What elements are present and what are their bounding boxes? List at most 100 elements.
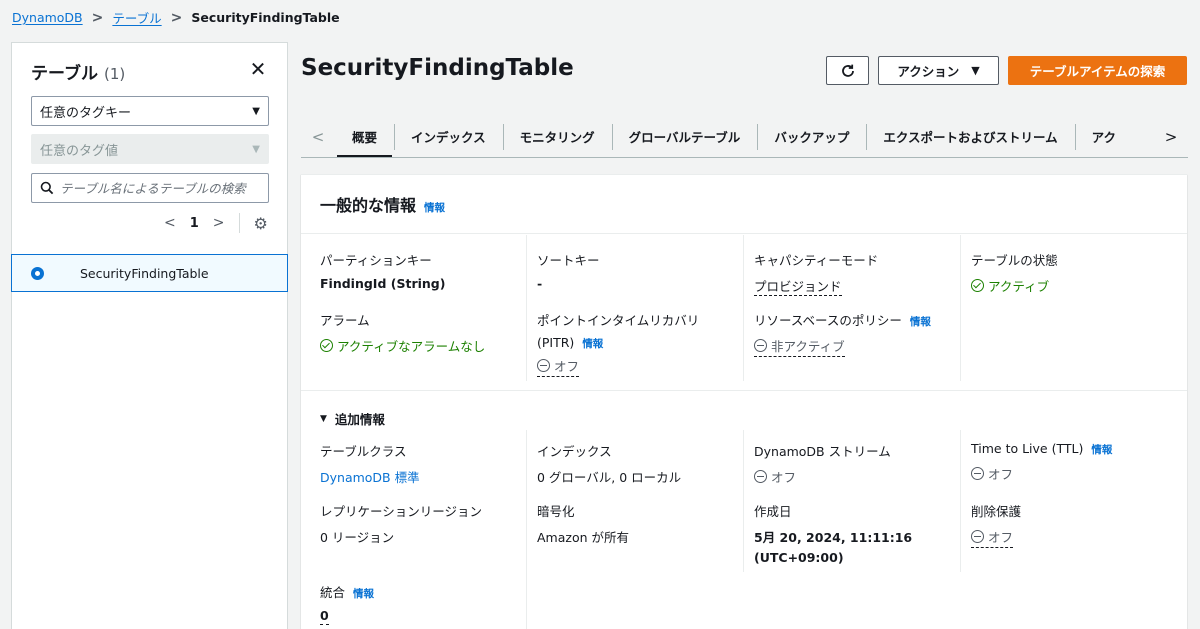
tab-monitoring[interactable]: モニタリング — [502, 116, 612, 157]
integration-label: 統合 情報 — [320, 582, 537, 601]
caret-down-icon: ▼ — [252, 143, 260, 155]
tag-key-select-value: 任意のタグキー — [40, 105, 132, 121]
explore-items-button-label: テーブルアイテムの探索 — [1029, 64, 1166, 79]
resource-policy-value[interactable]: 非アクティブ — [754, 336, 971, 357]
breadcrumb-tables[interactable]: テーブル — [112, 8, 161, 27]
tag-key-select[interactable]: 任意のタグキー ▼ — [31, 96, 269, 126]
explore-items-button[interactable]: テーブルアイテムの探索 — [1008, 56, 1187, 85]
resource-policy-label-text: リソースベースのポリシー — [754, 313, 902, 328]
section-divider — [301, 390, 1187, 391]
table-list-item[interactable]: SecurityFindingTable — [11, 254, 288, 292]
tab-indexes[interactable]: インデックス — [394, 116, 503, 157]
table-class-field: テーブルクラス DynamoDB 標準 — [320, 441, 537, 486]
table-class-label: テーブルクラス — [320, 444, 407, 459]
integration-value[interactable]: 0 — [320, 608, 537, 625]
tables-panel: テーブル (1) ✕ 任意のタグキー ▼ 任意のタグ値 ▼ < 1 > ⚙ Se… — [11, 42, 288, 629]
encryption-value: Amazon が所有 — [537, 530, 629, 545]
created-field: 作成日 5月 20, 2024, 11:11:16 (UTC+09:00) — [754, 501, 971, 565]
ttl-value: オフ — [971, 464, 1013, 483]
tab-exports-streams[interactable]: エクスポートおよびストリーム — [866, 116, 1074, 157]
refresh-button[interactable] — [826, 56, 869, 85]
resource-policy-status: 非アクティブ — [754, 336, 845, 357]
check-circle-icon — [320, 339, 333, 352]
actions-button[interactable]: アクション ▼ — [878, 56, 999, 85]
pitr-info-link[interactable]: 情報 — [582, 336, 603, 351]
integration-info-link[interactable]: 情報 — [353, 586, 374, 601]
pitr-text: オフ — [554, 359, 580, 374]
caret-down-icon: ▼ — [252, 105, 260, 117]
breadcrumb-dynamodb[interactable]: DynamoDB — [12, 10, 83, 25]
partition-key-field: パーティションキー FindingId (String) — [320, 250, 537, 291]
deletion-protection-value[interactable]: オフ — [971, 527, 1188, 548]
info-link[interactable]: 情報 — [424, 200, 445, 215]
alarm-label: アラーム — [320, 313, 370, 328]
capacity-mode-value[interactable]: プロビジョンド — [754, 276, 971, 296]
tag-value-select: 任意のタグ値 ▼ — [31, 134, 269, 164]
tables-panel-title: テーブル (1) — [31, 59, 125, 84]
alarm-value: アクティブなアラームなし — [320, 336, 485, 355]
replication-field: レプリケーションリージョン 0 リージョン — [320, 501, 537, 546]
table-search-input[interactable] — [60, 180, 260, 196]
tab-overview[interactable]: 概要 — [335, 116, 394, 157]
integration-label-text: 統合 — [320, 585, 346, 600]
table-search[interactable] — [31, 173, 269, 203]
pitr-value[interactable]: オフ — [537, 356, 754, 377]
resource-policy-field: リソースベースのポリシー 情報 非アクティブ — [754, 310, 971, 357]
check-circle-icon — [971, 279, 984, 292]
caret-down-icon: ▼ — [320, 413, 327, 424]
resource-policy-label: リソースベースのポリシー 情報 — [754, 310, 971, 329]
chevron-right-icon: > — [170, 9, 183, 26]
stream-label: DynamoDB ストリーム — [754, 444, 891, 459]
integration-count: 0 — [320, 608, 329, 625]
resource-policy-info-link[interactable]: 情報 — [910, 314, 931, 329]
caret-down-icon: ▼ — [971, 64, 980, 77]
tab-global-tables[interactable]: グローバルテーブル — [611, 116, 758, 157]
pitr-status: オフ — [537, 356, 580, 377]
chevron-right-icon[interactable]: > — [1154, 116, 1188, 157]
chevron-left-icon[interactable]: < — [301, 116, 335, 157]
pager-divider — [238, 213, 240, 233]
table-status-text: アクティブ — [988, 279, 1050, 294]
card-header: 一般的な情報 情報 — [301, 175, 1187, 234]
tables-heading: テーブル — [31, 64, 98, 84]
partition-key-value: FindingId (String) — [320, 276, 446, 291]
table-status-label: テーブルの状態 — [971, 253, 1058, 268]
additional-info-toggle[interactable]: ▼ 追加情報 — [320, 409, 385, 428]
minus-circle-icon — [971, 530, 984, 543]
indexes-label: インデックス — [537, 444, 612, 459]
gear-icon[interactable]: ⚙ — [254, 214, 268, 233]
table-class-value[interactable]: DynamoDB 標準 — [320, 467, 537, 486]
pitr-abbrev: (PITR) — [537, 335, 575, 350]
ttl-label-text: Time to Live (TTL) — [971, 441, 1084, 456]
close-icon[interactable]: ✕ — [248, 59, 268, 79]
tab-more[interactable]: アク — [1074, 116, 1133, 157]
radio-selected[interactable] — [31, 267, 44, 280]
ttl-info-link[interactable]: 情報 — [1091, 442, 1112, 457]
encryption-field: 暗号化 Amazon が所有 — [537, 501, 754, 546]
capacity-mode-text: プロビジョンド — [754, 279, 842, 296]
page-number[interactable]: 1 — [190, 216, 199, 231]
pagination: < 1 > ⚙ — [164, 213, 268, 233]
deletion-protection-text: オフ — [988, 530, 1014, 545]
tab-backups[interactable]: バックアップ — [757, 116, 866, 157]
general-info-heading: 一般的な情報 — [320, 196, 417, 215]
tag-value-select-value: 任意のタグ値 — [40, 143, 119, 159]
chevron-right-icon[interactable]: > — [213, 215, 225, 231]
resource-policy-text: 非アクティブ — [771, 339, 845, 354]
table-list-item-name: SecurityFindingTable — [80, 265, 209, 281]
sort-key-field: ソートキー - — [537, 250, 754, 291]
chevron-left-icon[interactable]: < — [164, 215, 176, 231]
indexes-field: インデックス 0 グローバル, 0 ローカル — [537, 441, 754, 486]
partition-key-label: パーティションキー — [320, 253, 432, 268]
deletion-protection-label: 削除保護 — [971, 504, 1022, 519]
minus-circle-icon — [754, 339, 767, 352]
pitr-label-row2: (PITR) 情報 — [537, 335, 754, 351]
sort-key-value: - — [537, 276, 543, 291]
table-status-value: アクティブ — [971, 276, 1049, 295]
created-timezone: (UTC+09:00) — [754, 550, 844, 565]
created-label: 作成日 — [754, 504, 792, 519]
ttl-field: Time to Live (TTL) 情報 オフ — [971, 441, 1188, 484]
sort-key-label: ソートキー — [537, 253, 600, 268]
created-value: 5月 20, 2024, 11:11:16 — [754, 530, 913, 545]
pitr-label: ポイントインタイムリカバリ — [537, 313, 700, 328]
